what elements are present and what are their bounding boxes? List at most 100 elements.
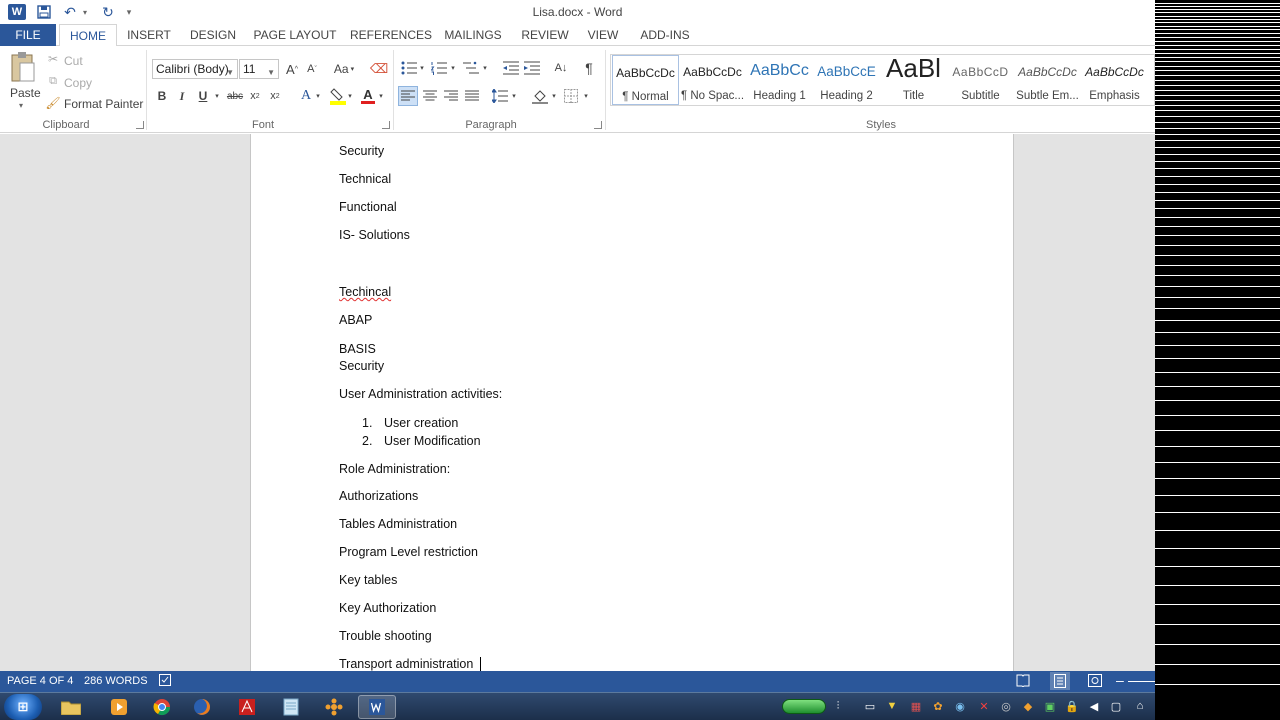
paragraph[interactable]: Technical <box>339 172 391 186</box>
paragraph[interactable]: ABAP <box>339 313 372 327</box>
align-left-icon[interactable] <box>398 86 418 106</box>
paragraph[interactable]: User Administration activities: <box>339 387 502 401</box>
style-subtitle[interactable]: AaBbCcD Subtitle <box>947 55 1014 105</box>
font-launcher-icon[interactable] <box>382 121 390 129</box>
numbering-icon[interactable] <box>430 59 448 77</box>
font-size-select[interactable]: 11 ▼ <box>239 59 279 79</box>
paragraph-misspelled[interactable]: Techincal <box>339 285 391 299</box>
style-normal[interactable]: AaBbCcDc ¶ Normal <box>612 55 679 105</box>
firefox-icon[interactable] <box>183 695 221 719</box>
sort-icon[interactable]: A↓ <box>552 59 570 77</box>
proofing-icon[interactable] <box>159 674 173 690</box>
paragraph[interactable]: Security <box>339 359 384 373</box>
text-effects-button[interactable]: A <box>296 86 316 106</box>
line-spacing-icon[interactable] <box>490 86 510 106</box>
tab-design[interactable]: DESIGN <box>186 24 240 46</box>
cut-icon[interactable]: ✂ <box>46 52 60 66</box>
tab-home[interactable]: HOME <box>59 24 117 47</box>
tab-insert[interactable]: INSERT <box>124 24 174 46</box>
monitor-icon[interactable]: ▢ <box>1108 698 1124 714</box>
tab-view[interactable]: VIEW <box>583 24 623 46</box>
print-layout-icon[interactable] <box>1050 672 1070 690</box>
acrobat-icon[interactable] <box>228 695 266 719</box>
paste-icon[interactable] <box>6 50 40 84</box>
font-color-button[interactable]: A <box>358 86 378 106</box>
paste-dropdown-icon[interactable]: ▾ <box>19 101 23 110</box>
subscript-button[interactable]: x2 <box>248 87 262 105</box>
increase-indent-icon[interactable] <box>523 59 541 77</box>
style-emphasis[interactable]: AaBbCcDc Emphasis <box>1081 55 1148 105</box>
tray-icon[interactable]: ◆ <box>1020 698 1036 714</box>
list-item[interactable]: User Modification <box>384 434 481 448</box>
tray-icon[interactable]: ▭ <box>862 698 878 714</box>
paragraph[interactable]: Program Level restriction <box>339 545 478 559</box>
paste-button[interactable]: Paste <box>10 86 41 100</box>
line-spacing-dropdown-icon[interactable]: ▾ <box>510 87 518 105</box>
list-item[interactable]: User creation <box>384 416 458 430</box>
tray-icon[interactable]: ▦ <box>908 698 924 714</box>
highlight-icon[interactable] <box>328 86 348 106</box>
grow-font-icon[interactable]: A ^ <box>284 60 300 78</box>
copy-button[interactable]: Copy <box>64 76 92 90</box>
paragraph[interactable]: IS- Solutions <box>339 228 410 242</box>
format-painter-icon[interactable]: 🖌 <box>45 96 60 110</box>
speaker-icon[interactable]: ◀ <box>1086 698 1102 714</box>
shading-icon[interactable] <box>530 86 550 106</box>
show-formatting-button[interactable]: ¶ <box>580 59 598 77</box>
tray-icon[interactable]: ⫶ <box>830 698 846 714</box>
zoom-out-icon[interactable]: – <box>1116 672 1124 688</box>
justify-icon[interactable] <box>462 86 482 106</box>
strikethrough-button[interactable]: abc <box>226 87 244 105</box>
numbering-dropdown-icon[interactable]: ▾ <box>449 59 457 77</box>
page-count[interactable]: PAGE 4 OF 4 <box>7 675 73 687</box>
bold-button[interactable]: B <box>154 87 170 105</box>
start-button[interactable]: ⊞ <box>4 694 42 720</box>
tab-file[interactable]: FILE <box>0 24 56 46</box>
paragraph[interactable]: Security <box>339 144 384 158</box>
underline-dropdown-icon[interactable]: ▾ <box>212 87 222 105</box>
underline-button[interactable]: U <box>195 87 211 105</box>
tray-icon[interactable]: ⌂ <box>1132 698 1148 714</box>
tray-icon[interactable]: ◉ <box>952 698 968 714</box>
borders-dropdown-icon[interactable]: ▾ <box>582 87 590 105</box>
chrome-icon[interactable] <box>143 695 181 719</box>
read-mode-icon[interactable] <box>1016 674 1030 690</box>
format-painter-button[interactable]: Format Painter <box>64 97 143 111</box>
multilevel-dropdown-icon[interactable]: ▾ <box>481 59 489 77</box>
clear-formatting-icon[interactable]: ⌫ <box>370 60 388 78</box>
tray-icon[interactable]: ✕ <box>976 698 992 714</box>
tab-mailings[interactable]: MAILINGS <box>440 24 506 46</box>
highlight-dropdown-icon[interactable]: ▾ <box>346 87 354 105</box>
align-right-icon[interactable] <box>441 86 461 106</box>
decrease-indent-icon[interactable] <box>502 59 520 77</box>
notepad-icon[interactable] <box>272 695 310 719</box>
tab-references[interactable]: REFERENCES <box>350 24 432 46</box>
paragraph[interactable]: Key tables <box>339 573 397 587</box>
paragraph[interactable]: Functional <box>339 200 397 214</box>
paragraph[interactable]: Tables Administration <box>339 517 457 531</box>
shrink-font-icon[interactable]: Aˇ <box>304 60 320 78</box>
media-player-icon[interactable] <box>100 695 138 719</box>
paragraph[interactable]: Transport administration <box>339 657 473 671</box>
clipboard-launcher-icon[interactable] <box>136 121 144 129</box>
paragraph[interactable]: Authorizations <box>339 489 418 503</box>
multilevel-list-icon[interactable] <box>462 59 480 77</box>
zoom-slider[interactable] <box>1128 681 1155 682</box>
explorer-icon[interactable] <box>52 695 90 719</box>
word-taskbar-icon[interactable] <box>358 695 396 719</box>
document-page[interactable]: Security Technical Functional IS- Soluti… <box>250 134 1014 671</box>
paragraph-launcher-icon[interactable] <box>594 121 602 129</box>
tray-icon[interactable]: ▣ <box>1042 698 1058 714</box>
style-no-spacing[interactable]: AaBbCcDc ¶ No Spac... <box>679 55 746 105</box>
font-color-dropdown-icon[interactable]: ▾ <box>377 87 385 105</box>
network-status-icon[interactable] <box>782 699 826 714</box>
tray-icon[interactable]: ▼ <box>884 698 900 714</box>
style-heading-1[interactable]: AaBbCc Heading 1 <box>746 55 813 105</box>
paragraph[interactable]: Role Administration: <box>339 462 450 476</box>
superscript-button[interactable]: x2 <box>268 87 282 105</box>
style-heading-2[interactable]: AaBbCcE Heading 2 <box>813 55 880 105</box>
paragraph[interactable]: BASIS <box>339 342 376 356</box>
tab-add-ins[interactable]: ADD-INS <box>636 24 694 46</box>
align-center-icon[interactable] <box>420 86 440 106</box>
style-subtle-emphasis[interactable]: AaBbCcDc Subtle Em... <box>1014 55 1081 105</box>
